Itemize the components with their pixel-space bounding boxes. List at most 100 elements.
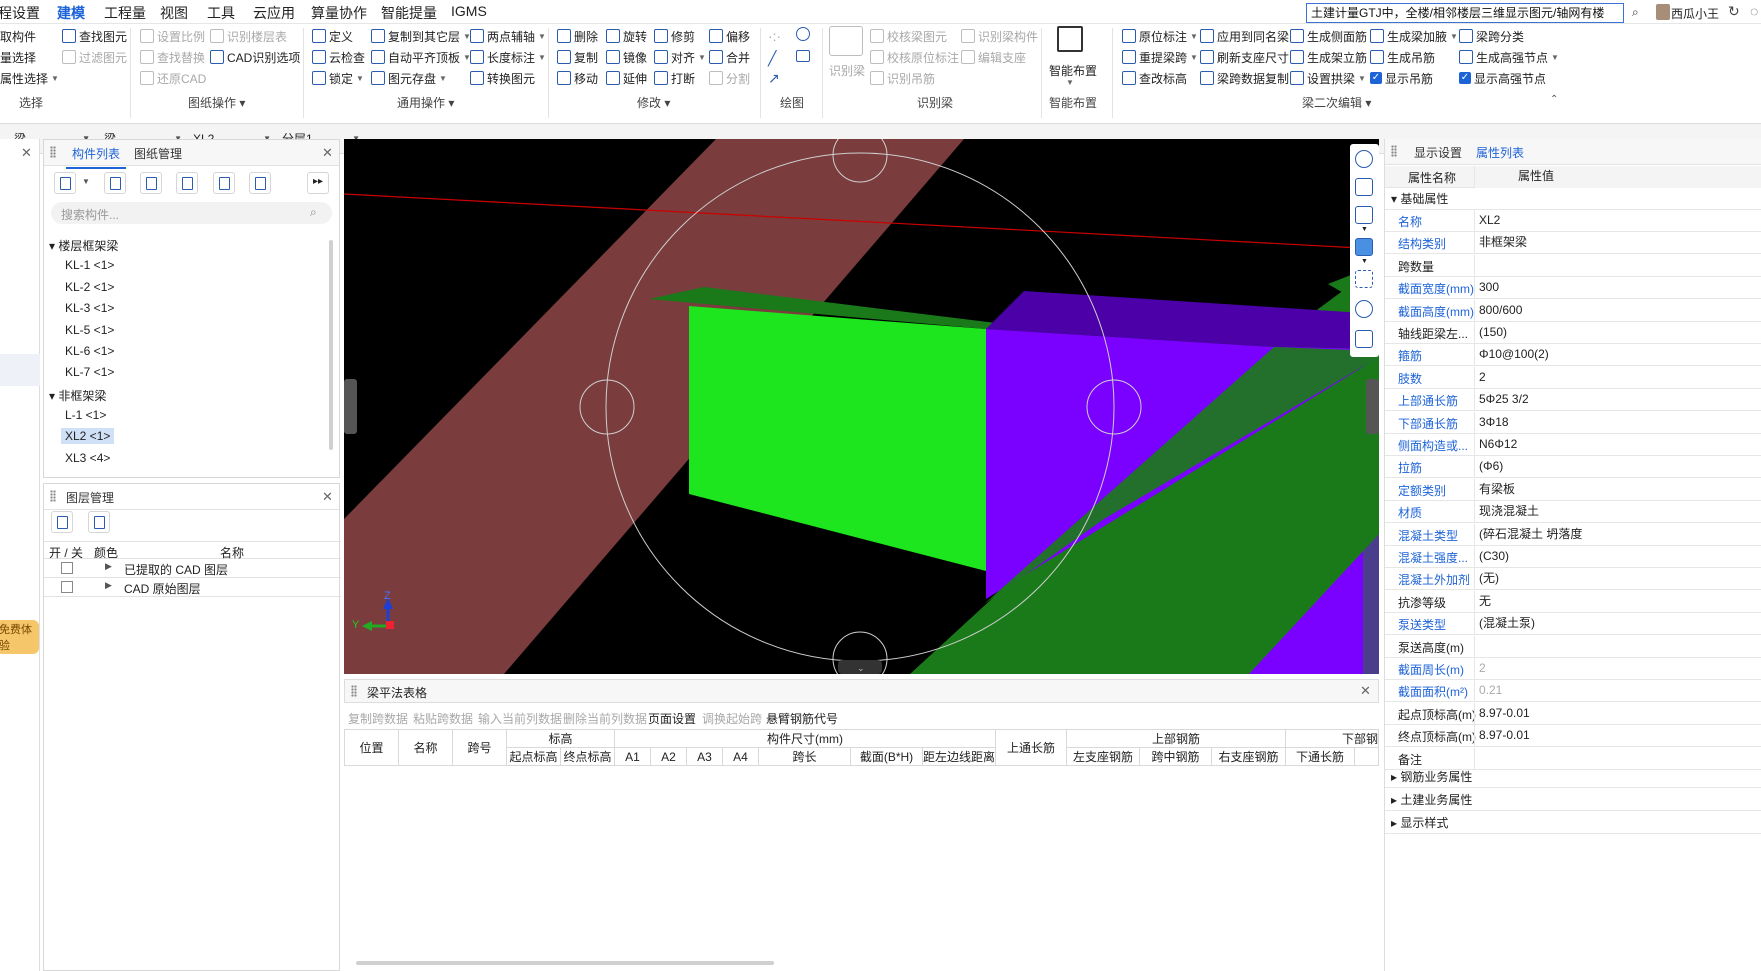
- layer-copy-button[interactable]: [176, 172, 198, 194]
- list-view-icon[interactable]: [1355, 330, 1373, 348]
- tree-group-non-frame-beam[interactable]: ▾ 非框架梁: [49, 387, 106, 404]
- point-icon[interactable]: ·:·: [768, 28, 781, 44]
- show-hs-node-checkbox[interactable]: ✓ 显示高强节点: [1459, 69, 1546, 87]
- property-row[interactable]: 侧面构造或... N6Φ12: [1385, 434, 1761, 456]
- property-value[interactable]: (无): [1474, 568, 1761, 591]
- close-icon[interactable]: ✕: [21, 145, 32, 161]
- property-value[interactable]: (Φ6): [1474, 456, 1761, 479]
- apply-same-name-button[interactable]: 应用到同名梁: [1200, 27, 1289, 45]
- property-row[interactable]: 截面面积(m²) 0.21: [1385, 680, 1761, 703]
- batch-select-button[interactable]: 量选择: [0, 48, 36, 66]
- layer-toggle-checkbox[interactable]: [61, 581, 73, 593]
- expand-icon[interactable]: ▶: [105, 580, 112, 591]
- property-row[interactable]: 截面宽度(mm) 300: [1385, 277, 1761, 300]
- tree-item[interactable]: KL-3 <1>: [65, 301, 114, 315]
- offset-button[interactable]: 偏移: [709, 27, 750, 45]
- tree-item[interactable]: XL3 <4>: [65, 451, 110, 465]
- copy-button[interactable]: 复制: [557, 48, 598, 66]
- 3d-view-icon[interactable]: [1355, 206, 1373, 224]
- more-button[interactable]: ▸▸: [307, 172, 329, 194]
- copy-component-button[interactable]: [104, 172, 126, 194]
- dropdown-icon[interactable]: ▼: [1361, 226, 1368, 233]
- property-row[interactable]: 混凝土强度... (C30): [1385, 546, 1761, 568]
- smart-layout-button[interactable]: 智能布置: [1049, 62, 1097, 79]
- copy-span-data-button[interactable]: 梁跨数据复制: [1200, 69, 1289, 87]
- property-row[interactable]: 肢数 2: [1385, 366, 1761, 389]
- align-button[interactable]: 对齐 ▼: [654, 48, 706, 66]
- property-row[interactable]: 结构类别 非框架梁: [1385, 232, 1761, 255]
- menu-project-settings[interactable]: 程设置: [0, 3, 40, 23]
- move-button[interactable]: 移动: [557, 69, 598, 87]
- property-value[interactable]: (混凝土泵): [1474, 613, 1761, 636]
- layer-toggle-checkbox[interactable]: [61, 562, 73, 574]
- property-value[interactable]: (150): [1474, 322, 1761, 344]
- expand-icon[interactable]: ▶: [105, 561, 112, 572]
- horizontal-scrollbar[interactable]: [356, 961, 774, 965]
- property-value[interactable]: 300: [1474, 277, 1761, 300]
- copy-to-other-floor-button[interactable]: 复制到其它层 ▼: [371, 27, 471, 45]
- define-button[interactable]: 定义: [312, 27, 353, 45]
- check-elevation-button[interactable]: 查改标高: [1122, 69, 1187, 87]
- property-row[interactable]: 上部通长筋 5Φ25 3/2: [1385, 389, 1761, 412]
- drag-handle-icon[interactable]: [50, 146, 56, 158]
- save-element-button[interactable]: 图元存盘 ▼: [371, 69, 447, 87]
- in-place-annotation-button[interactable]: 原位标注 ▼: [1122, 27, 1198, 45]
- new-dropdown-icon[interactable]: ▼: [82, 177, 90, 186]
- property-row[interactable]: 材质 现浇混凝土: [1385, 501, 1761, 524]
- new-component-button[interactable]: [54, 172, 76, 194]
- property-value[interactable]: 8.97-0.01: [1474, 725, 1761, 748]
- rotate-button[interactable]: 旋转: [606, 27, 647, 45]
- property-value[interactable]: 5Φ25 3/2: [1474, 389, 1761, 412]
- property-value[interactable]: Φ10@100(2): [1474, 344, 1761, 367]
- property-value[interactable]: (碎石混凝土 坍落度: [1474, 523, 1761, 546]
- menu-modeling[interactable]: 建模: [57, 3, 85, 27]
- check-annotation-button[interactable]: 校核原位标注: [870, 48, 959, 66]
- close-icon[interactable]: ✕: [322, 489, 333, 505]
- convert-element-button[interactable]: 转换图元: [470, 69, 535, 87]
- pick-component-button[interactable]: 取构件: [0, 27, 36, 45]
- merge-button[interactable]: 合并: [709, 48, 750, 66]
- property-row[interactable]: 跨数量: [1385, 254, 1761, 277]
- recognize-hanger-button[interactable]: 识别吊筋: [870, 69, 935, 87]
- tab-component-list[interactable]: 构件列表: [65, 145, 127, 169]
- menu-tools[interactable]: 工具: [207, 3, 235, 23]
- property-value[interactable]: XL2: [1474, 210, 1761, 232]
- delete-component-button[interactable]: [140, 172, 162, 194]
- help-search-input[interactable]: 土建计量GTJ中，全楼/相邻楼层三维显示图元/轴网有楼: [1306, 3, 1624, 23]
- scrollbar[interactable]: [329, 240, 333, 450]
- menu-smart-extract[interactable]: 智能提量: [381, 3, 437, 23]
- property-value[interactable]: 8.97-0.01: [1474, 702, 1761, 725]
- property-row[interactable]: 起点顶标高(m) 8.97-0.01: [1385, 702, 1761, 725]
- filter-element-button[interactable]: 过滤图元: [62, 48, 127, 66]
- generate-hanger-button[interactable]: 生成吊筋: [1370, 48, 1435, 66]
- tree-item[interactable]: KL-5 <1>: [65, 323, 114, 337]
- cloud-check-button[interactable]: 云检查: [312, 48, 365, 66]
- two-point-axis-button[interactable]: 两点辅轴 ▼: [470, 27, 546, 45]
- tree-item[interactable]: KL-1 <1>: [65, 258, 114, 272]
- property-value[interactable]: 0.21: [1474, 680, 1761, 703]
- cube-view-icon[interactable]: [1355, 238, 1373, 256]
- copy-span-data-button[interactable]: 复制跨数据: [348, 710, 408, 727]
- search-icon[interactable]: ⌕: [310, 205, 317, 220]
- show-hanger-checkbox[interactable]: ✓ 显示吊筋: [1370, 69, 1433, 87]
- swap-start-span-button[interactable]: 调换起始跨: [702, 710, 762, 727]
- recognize-beam-icon[interactable]: [829, 26, 863, 56]
- property-value[interactable]: [1474, 254, 1761, 277]
- restore-cad-button[interactable]: 还原CAD: [140, 69, 206, 87]
- delete-button[interactable]: 删除: [557, 27, 598, 45]
- span-classify-button[interactable]: 梁跨分类: [1459, 27, 1524, 45]
- mirror-button[interactable]: 镜像: [606, 48, 647, 66]
- tree-item-selected[interactable]: XL2 <1>: [61, 428, 115, 444]
- recognize-beam-button[interactable]: 识别梁: [829, 62, 865, 79]
- input-column-data-button[interactable]: 输入当前列数据: [478, 710, 562, 727]
- tree-item[interactable]: KL-2 <1>: [65, 280, 114, 294]
- generate-hs-node-button[interactable]: 生成高强节点 ▼: [1459, 48, 1559, 66]
- check-beam-button[interactable]: 校核梁图元: [870, 27, 947, 45]
- trim-button[interactable]: 修剪: [654, 27, 695, 45]
- tree-item[interactable]: L-1 <1>: [65, 408, 106, 422]
- close-icon[interactable]: ✕: [322, 145, 333, 161]
- save-component-button[interactable]: [213, 172, 235, 194]
- layer-row[interactable]: ▶ CAD 原始图层: [44, 578, 341, 597]
- extract-component-button[interactable]: [249, 172, 271, 194]
- property-value[interactable]: 3Φ18: [1474, 411, 1761, 434]
